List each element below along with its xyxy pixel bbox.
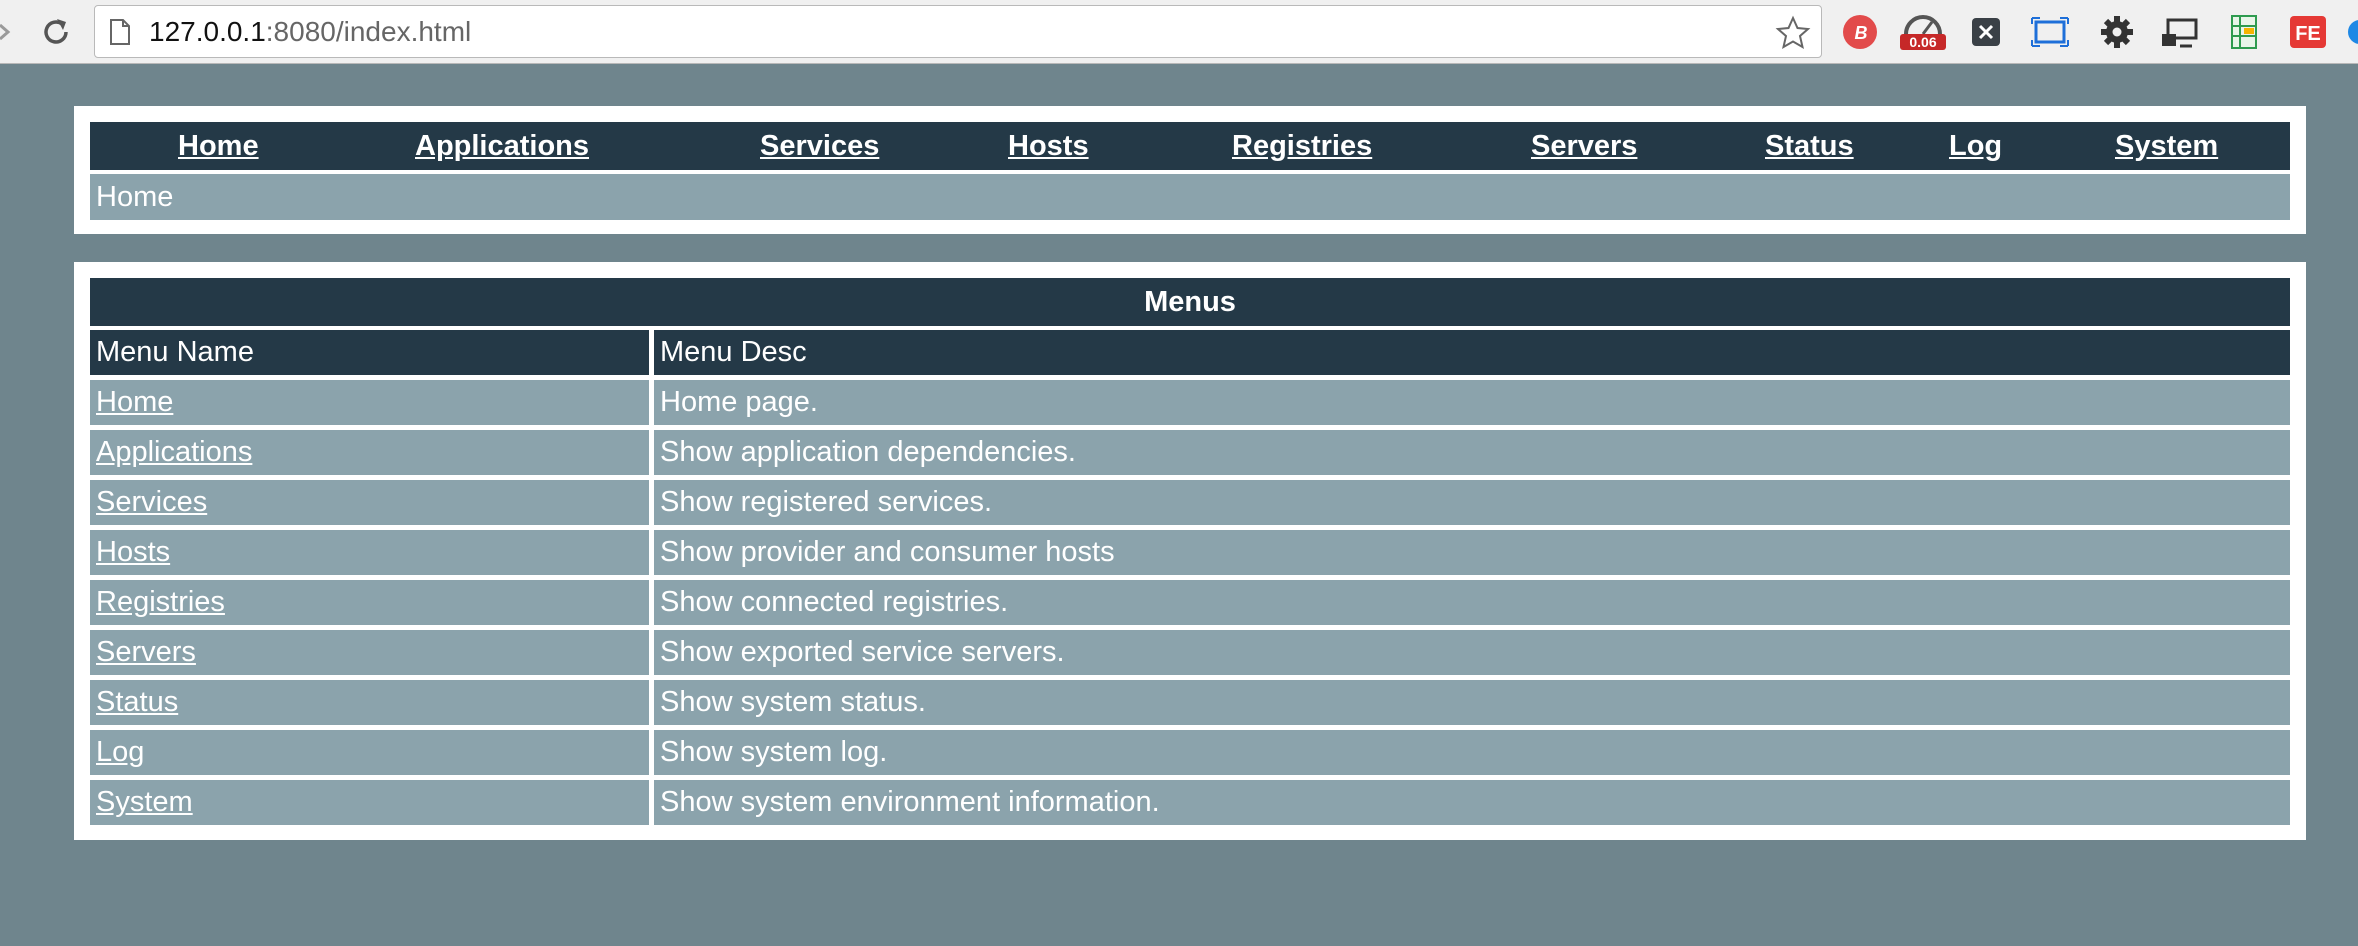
menu-name-cell: Home bbox=[90, 380, 649, 425]
nav-link-registries[interactable]: Registries bbox=[1232, 122, 1372, 170]
nav-link-servers[interactable]: Servers bbox=[1531, 122, 1637, 170]
menu-link-system[interactable]: System bbox=[96, 786, 193, 818]
menu-desc-cell: Home page. bbox=[654, 380, 2290, 425]
menu-name-cell: Status bbox=[90, 680, 649, 725]
nav-link-services[interactable]: Services bbox=[760, 122, 879, 170]
menu-name-cell: Registries bbox=[90, 580, 649, 625]
table-row: Applications Show application dependenci… bbox=[90, 430, 2290, 475]
menu-link-registries[interactable]: Registries bbox=[96, 586, 225, 618]
menu-desc-cell: Show connected registries. bbox=[654, 580, 2290, 625]
nav-link-hosts[interactable]: Hosts bbox=[1008, 122, 1089, 170]
forward-arrow-icon[interactable] bbox=[0, 19, 14, 45]
svg-text:B: B bbox=[1855, 23, 1868, 43]
url-path: :8080/index.html bbox=[265, 16, 472, 47]
screenshot-extension-icon[interactable] bbox=[2030, 12, 2070, 52]
fe-extension-icon[interactable]: FE bbox=[2288, 12, 2328, 52]
speed-extension-icon[interactable]: 0.06 bbox=[1898, 12, 1948, 52]
menu-desc-cell: Show application dependencies. bbox=[654, 430, 2290, 475]
menu-link-services[interactable]: Services bbox=[96, 486, 207, 518]
menu-desc-cell: Show exported service servers. bbox=[654, 630, 2290, 675]
menu-desc-cell: Show provider and consumer hosts bbox=[654, 530, 2290, 575]
nav-link-system[interactable]: System bbox=[2115, 122, 2218, 170]
menus-panel: Menus Menu Name Menu Desc Home Home page… bbox=[74, 262, 2306, 840]
svg-text:FE: FE bbox=[2295, 23, 2321, 45]
cast-extension-icon[interactable] bbox=[2160, 12, 2200, 52]
menu-desc-cell: Show registered services. bbox=[654, 480, 2290, 525]
menu-link-applications[interactable]: Applications bbox=[96, 436, 252, 468]
menu-name-cell: Services bbox=[90, 480, 649, 525]
breadcrumb: Home bbox=[90, 174, 2290, 220]
table-row: Services Show registered services. bbox=[90, 480, 2290, 525]
table-row: System Show system environment informati… bbox=[90, 780, 2290, 825]
table-row: Hosts Show provider and consumer hosts bbox=[90, 530, 2290, 575]
menu-link-hosts[interactable]: Hosts bbox=[96, 536, 170, 568]
menu-desc-cell: Show system log. bbox=[654, 730, 2290, 775]
table-row: Home Home page. bbox=[90, 380, 2290, 425]
table-row: Registries Show connected registries. bbox=[90, 580, 2290, 625]
nav-link-home[interactable]: Home bbox=[178, 122, 259, 170]
menu-desc-cell: Show system status. bbox=[654, 680, 2290, 725]
settings-gear-icon[interactable] bbox=[2098, 12, 2136, 52]
menu-link-servers[interactable]: Servers bbox=[96, 636, 196, 668]
table-row: Status Show system status. bbox=[90, 680, 2290, 725]
page-icon bbox=[110, 19, 130, 45]
x-extension-icon[interactable] bbox=[1968, 12, 2004, 52]
menu-name-cell: Applications bbox=[90, 430, 649, 475]
table-row: Log Show system log. bbox=[90, 730, 2290, 775]
column-header-menu-name: Menu Name bbox=[90, 330, 649, 375]
sheet-extension-icon[interactable] bbox=[2226, 12, 2262, 52]
top-nav-bar: Home Applications Services Hosts Registr… bbox=[90, 122, 2290, 170]
overflow-extension-icon[interactable] bbox=[2346, 12, 2358, 52]
nav-link-log[interactable]: Log bbox=[1949, 122, 2002, 170]
bookmark-star-icon[interactable] bbox=[1775, 15, 1811, 51]
breadcrumb-current: Home bbox=[96, 181, 174, 213]
svg-text:0.06: 0.06 bbox=[1909, 34, 1936, 50]
browser-toolbar: 127.0.0.1:8080/index.html B 0.06 FE bbox=[0, 0, 2358, 64]
menu-name-cell: Log bbox=[90, 730, 649, 775]
b-extension-icon[interactable]: B bbox=[1840, 12, 1880, 52]
menus-table-title: Menus bbox=[90, 278, 2290, 326]
column-header-menu-desc: Menu Desc bbox=[654, 330, 2290, 375]
url-host: 127.0.0.1 bbox=[149, 16, 266, 47]
nav-link-status[interactable]: Status bbox=[1765, 122, 1854, 170]
menus-table-header: Menu Name Menu Desc bbox=[90, 330, 2290, 375]
menu-link-status[interactable]: Status bbox=[96, 686, 178, 718]
menu-name-cell: System bbox=[90, 780, 649, 825]
nav-link-applications[interactable]: Applications bbox=[415, 122, 589, 170]
menu-link-home[interactable]: Home bbox=[96, 386, 173, 418]
table-row: Servers Show exported service servers. bbox=[90, 630, 2290, 675]
url-text[interactable]: 127.0.0.1:8080/index.html bbox=[149, 16, 471, 48]
reload-icon[interactable] bbox=[38, 14, 74, 50]
menu-name-cell: Servers bbox=[90, 630, 649, 675]
navigation-panel: Home Applications Services Hosts Registr… bbox=[74, 106, 2306, 234]
menu-desc-cell: Show system environment information. bbox=[654, 780, 2290, 825]
menu-link-log[interactable]: Log bbox=[96, 736, 144, 768]
address-bar[interactable]: 127.0.0.1:8080/index.html bbox=[94, 5, 1822, 58]
menu-name-cell: Hosts bbox=[90, 530, 649, 575]
